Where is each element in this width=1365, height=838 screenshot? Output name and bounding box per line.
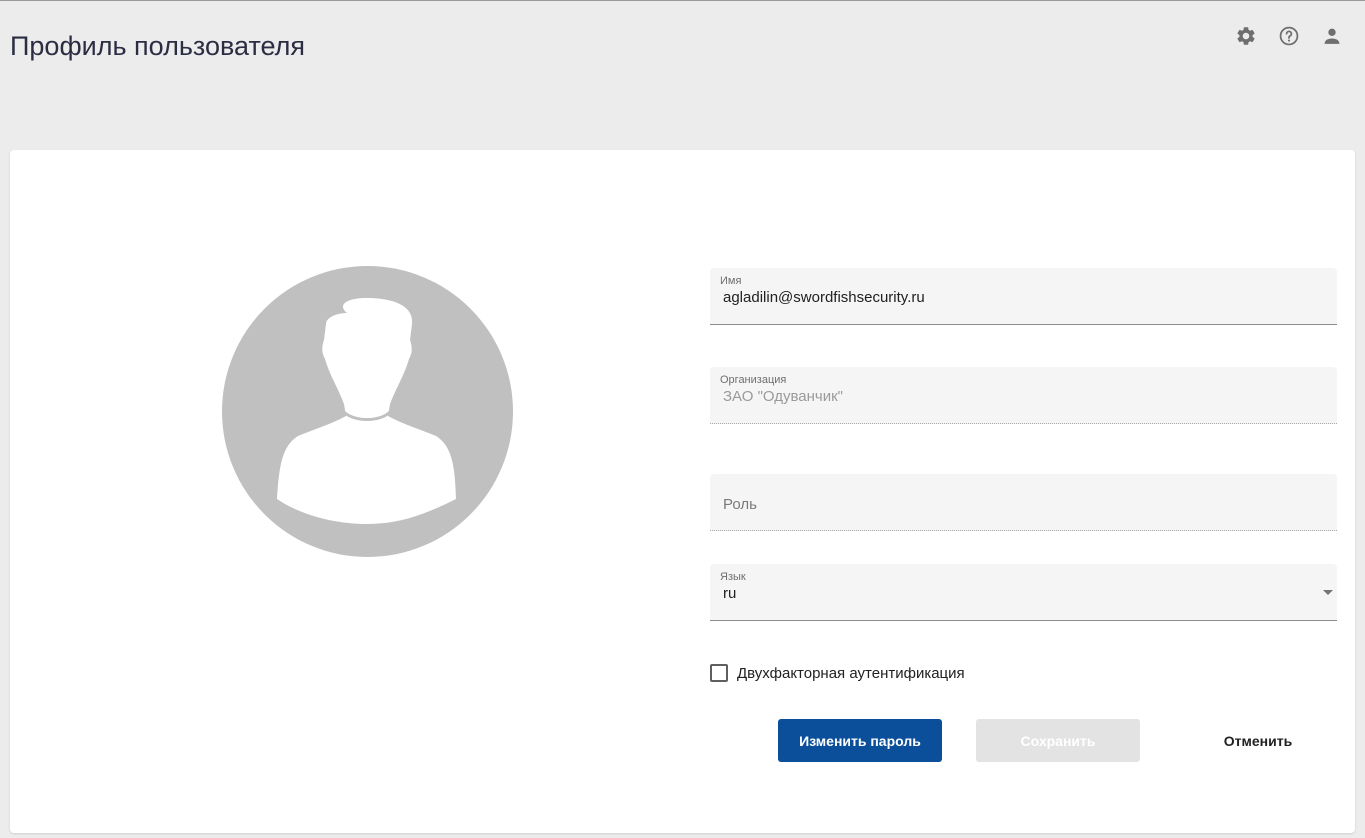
organization-field: Организация ЗАО "Одуванчик" <box>710 367 1337 424</box>
language-value: ru <box>723 585 737 602</box>
avatar <box>222 266 513 557</box>
save-button[interactable]: Сохранить <box>976 719 1140 762</box>
header-icons <box>1235 25 1343 47</box>
cancel-button[interactable]: Отменить <box>1176 719 1340 762</box>
role-field: Роль <box>710 474 1337 531</box>
organization-value: ЗАО "Одуванчик" <box>723 388 843 405</box>
help-icon[interactable] <box>1278 25 1300 47</box>
organization-label: Организация <box>720 374 787 386</box>
role-placeholder: Роль <box>723 496 757 513</box>
page-title: Профиль пользователя <box>10 31 306 61</box>
avatar-silhouette-icon <box>277 298 456 524</box>
language-label: Язык <box>720 571 746 583</box>
change-password-button[interactable]: Изменить пароль <box>778 719 942 762</box>
name-field[interactable]: Имя agladilin@swordfishsecurity.ru <box>710 268 1337 325</box>
name-label: Имя <box>720 275 742 287</box>
language-select[interactable]: Язык ru <box>710 564 1337 621</box>
person-icon[interactable] <box>1321 25 1343 47</box>
gear-icon[interactable] <box>1235 25 1257 47</box>
profile-card: Имя agladilin@swordfishsecurity.ru Орган… <box>10 150 1355 833</box>
two-factor-checkbox[interactable]: Двухфакторная аутентификация <box>710 664 965 682</box>
checkbox-icon[interactable] <box>710 664 728 682</box>
chevron-down-icon[interactable] <box>1323 590 1333 595</box>
two-factor-label: Двухфакторная аутентификация <box>737 664 965 682</box>
name-value: agladilin@swordfishsecurity.ru <box>723 289 925 306</box>
